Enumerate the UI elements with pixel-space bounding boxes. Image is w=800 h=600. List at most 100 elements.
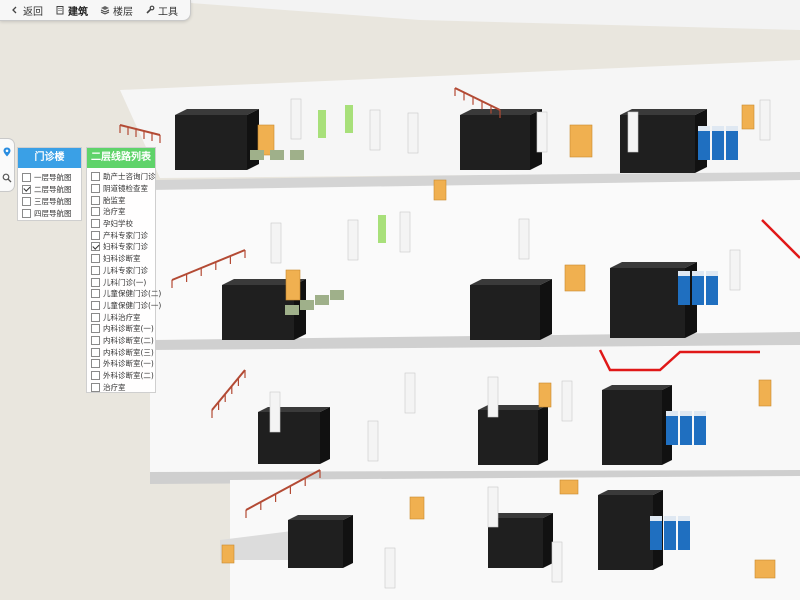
room-door [433,179,447,201]
route-option-checkbox[interactable] [91,230,100,240]
route-option-checkbox[interactable] [91,195,100,205]
route-option-checkbox[interactable] [91,359,100,369]
route-option-item[interactable]: 治疗室 [91,381,151,393]
elevator-block-top [598,490,663,495]
location-pin-icon[interactable] [2,147,12,157]
route-option-item[interactable]: 助产士咨询门诊 [91,171,156,183]
floor-option-item[interactable]: 二层导航图 [22,183,77,195]
toolbar-back-button[interactable]: 返回 [4,0,49,20]
route-option-item[interactable]: 阴道镜检查室 [91,183,151,195]
waiting-cabinet [666,415,678,445]
route-option-checkbox[interactable] [91,300,100,310]
route-option-item[interactable]: 儿科门诊(一) [91,276,151,288]
route-option-checkbox[interactable] [91,324,100,334]
back-icon [10,5,23,15]
floor-option-checkbox[interactable] [22,184,31,194]
route-option-item[interactable]: 孕妇学校 [91,218,151,230]
route-option-checkbox[interactable] [91,289,100,299]
route-option-item[interactable]: 治疗室 [91,206,151,218]
waiting-cabinet-top [694,411,706,416]
route-option-checkbox[interactable] [91,242,100,252]
floor-option-checkbox[interactable] [22,172,31,182]
pillar [551,541,563,583]
route-option-checkbox[interactable] [91,184,100,194]
elevator-block [222,285,294,340]
elevator-block-side [343,515,353,568]
elevator-block [288,520,343,568]
floor-option-item[interactable]: 三层导航图 [22,195,77,207]
elevator-block-side [538,405,548,465]
pillar [487,376,499,418]
route-option-checkbox[interactable] [91,382,100,392]
waiting-cabinet [678,275,690,305]
route-option-checkbox[interactable] [91,371,100,381]
route-option-checkbox[interactable] [91,312,100,322]
route-option-label: 内科诊断室(一) [103,324,154,334]
route-option-item[interactable]: 内科诊断室(三) [91,346,154,358]
elevator-block-side [320,407,330,464]
floor-option-checkbox[interactable] [22,196,31,206]
route-option-label: 胎监室 [103,195,126,205]
floor-option-label: 一层导航图 [34,172,72,182]
route-option-label: 儿科专家门诊 [103,265,148,275]
route-option-item[interactable]: 儿科专家门诊 [91,265,151,277]
elevator-block-side [543,513,553,568]
elevator-block-top [175,109,259,115]
pillar [290,98,302,140]
toolbar-label: 建筑 [68,6,88,18]
elevator-block-top [258,407,330,412]
pillar [404,372,416,414]
route-option-checkbox[interactable] [91,219,100,229]
floor-third [150,345,800,472]
pillar [518,218,530,260]
route-option-label: 治疗室 [103,207,126,217]
search-icon[interactable] [2,173,12,183]
route-option-checkbox[interactable] [91,277,100,287]
waiting-cabinet [680,415,692,445]
layers-icon [100,5,113,15]
route-option-item[interactable]: 儿童保健门诊(一) [91,300,161,312]
elevator-block-side [247,109,259,170]
room-door [758,379,772,407]
floor-option-item[interactable]: 四层导航图 [22,207,77,219]
waiting-cabinet [650,520,662,550]
route-option-label: 助产士咨询门诊 [103,172,156,182]
route-option-checkbox[interactable] [91,347,100,357]
pillar [270,222,282,264]
route-option-item[interactable]: 妇科专家门诊 [91,241,151,253]
route-option-item[interactable]: 内科诊断室(一) [91,323,154,335]
route-option-checkbox[interactable] [91,172,100,182]
toolbar-building-button[interactable]: 建筑 [49,0,94,20]
route-option-item[interactable]: 产科专家门诊 [91,229,151,241]
route-option-item[interactable]: 儿科治疗室 [91,311,151,323]
route-list-panel-title: 二层线路列表 [87,148,155,168]
building-panel: 门诊楼 一层导航图 二层导航图 三层导航图 四层导航图 [17,147,82,221]
waiting-cabinet [664,520,676,550]
route-option-checkbox[interactable] [91,254,100,264]
route-option-item[interactable]: 妇科诊断室 [91,253,151,265]
elevator-block-side [540,279,552,340]
route-option-checkbox[interactable] [91,335,100,345]
toolbar-layers-button[interactable]: 楼层 [94,0,139,20]
room-door [285,269,301,301]
route-option-label: 妇科专家门诊 [103,242,148,252]
waiting-cabinet-top [698,126,710,131]
route-option-label: 儿科门诊(一) [103,277,147,287]
elevator-block [610,268,685,338]
route-option-item[interactable]: 内科诊断室(二) [91,335,154,347]
toolbar-label: 楼层 [113,6,133,18]
floor-option-item[interactable]: 一层导航图 [22,171,77,183]
route-option-item[interactable]: 外科诊断室(二) [91,370,154,382]
route-option-checkbox[interactable] [91,265,100,275]
route-option-item[interactable]: 儿童保健门诊(二) [91,288,161,300]
elevator-block [175,115,247,170]
route-option-label: 妇科诊断室 [103,254,141,264]
toolbar-wrench-button[interactable]: 工具 [139,0,184,20]
route-option-item[interactable]: 胎监室 [91,194,151,206]
route-option-item[interactable]: 外科诊断室(一) [91,358,154,370]
plant-panel [318,110,326,138]
floor-option-checkbox[interactable] [22,208,31,218]
wrench-icon [145,5,158,15]
route-option-checkbox[interactable] [91,207,100,217]
elevator-block [478,410,538,465]
